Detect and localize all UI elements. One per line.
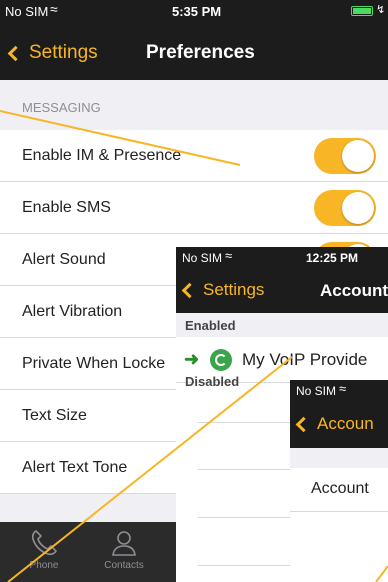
- row-label: Alert Sound: [22, 251, 106, 268]
- carrier-label: No SIM: [5, 4, 49, 19]
- chevron-left-icon: [295, 416, 312, 432]
- contacts-icon: [112, 531, 136, 556]
- status-bar: No SIM ≈: [290, 380, 388, 402]
- status-bar: No SIM ≈ 12:25 PM: [176, 247, 388, 269]
- carrier-label: No SIM: [182, 251, 223, 265]
- wifi-icon: ≈: [50, 1, 58, 17]
- page-title: Account: [320, 281, 388, 300]
- provider-logo-icon: [210, 349, 232, 371]
- row-label: Enable SMS: [22, 199, 111, 216]
- wifi-icon: ≈: [339, 381, 347, 396]
- row-label: Private When Locke: [22, 355, 166, 372]
- chevron-left-icon: [181, 282, 198, 298]
- row-label: Account: [311, 480, 369, 497]
- nav-bar: Settings Preferences: [0, 22, 388, 80]
- account-detail-screen: No SIM ≈ Accoun Account: [290, 380, 388, 582]
- phone-icon: [31, 530, 57, 556]
- section-header-enabled: Enabled: [176, 313, 388, 337]
- nav-bar: Settings Account: [176, 269, 388, 313]
- account-name: My VoIP Provide: [242, 350, 368, 369]
- back-label: Settings: [29, 42, 98, 63]
- carrier-label: No SIM: [296, 384, 337, 398]
- nav-bar: Accoun: [290, 402, 388, 448]
- section-header-messaging: MESSAGING: [0, 80, 388, 130]
- tab-contacts[interactable]: Contacts: [94, 528, 154, 571]
- row-enable-im-presence[interactable]: Enable IM & Presence: [0, 130, 388, 182]
- battery-icon: [351, 6, 373, 16]
- tab-label: Contacts: [104, 560, 144, 571]
- tab-phone[interactable]: Phone: [14, 528, 74, 571]
- row-label: Enable IM & Presence: [22, 147, 182, 164]
- back-label: Accoun: [317, 414, 374, 433]
- back-button[interactable]: Settings: [7, 42, 98, 64]
- tab-label: Phone: [29, 560, 59, 571]
- back-button[interactable]: Accoun: [295, 414, 374, 434]
- clock: 12:25 PM: [306, 251, 359, 265]
- back-label: Settings: [203, 280, 265, 299]
- row-enable-sms[interactable]: Enable SMS: [0, 182, 388, 234]
- enable-sms-toggle[interactable]: [314, 190, 376, 226]
- account-row[interactable]: Account: [290, 468, 388, 512]
- row-label: Alert Text Tone: [22, 459, 128, 476]
- charging-icon: ↯: [376, 4, 386, 16]
- status-bar: No SIM ≈ 5:35 PM ↯: [0, 0, 388, 22]
- page-title: Preferences: [146, 42, 255, 63]
- back-button[interactable]: Settings: [181, 280, 265, 300]
- arrow-right-icon: ➜: [184, 349, 200, 369]
- clock: 5:35 PM: [172, 4, 222, 19]
- chevron-left-icon: [7, 45, 24, 61]
- wifi-icon: ≈: [225, 248, 233, 263]
- enable-im-toggle[interactable]: [314, 138, 376, 174]
- row-label: Alert Vibration: [22, 303, 123, 320]
- group-spacer: [290, 448, 388, 468]
- row-label: Text Size: [22, 407, 87, 424]
